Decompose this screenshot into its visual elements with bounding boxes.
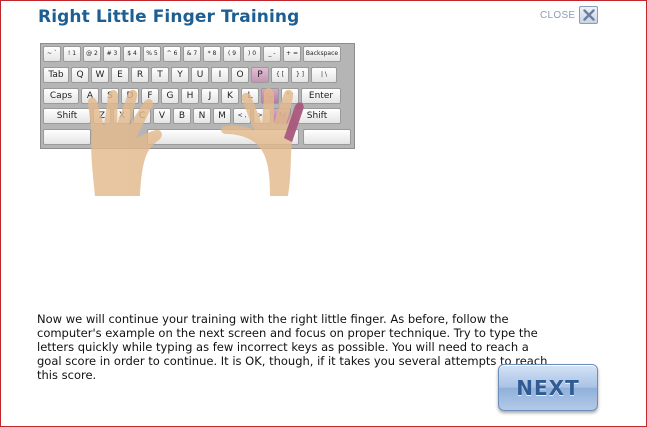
instructions-text: Now we will continue your training with … <box>37 312 548 382</box>
key: Y <box>171 67 189 83</box>
key: R <box>131 67 149 83</box>
key: * 8 <box>203 46 221 62</box>
key: ( 9 <box>223 46 241 62</box>
key: { [ <box>271 67 289 83</box>
key: ! 1 <box>63 46 81 62</box>
key: Q <box>71 67 89 83</box>
key: | \ <box>311 67 337 83</box>
key: ^ 6 <box>163 46 181 62</box>
key: Backspace <box>303 46 341 62</box>
key: + = <box>283 46 301 62</box>
key: P <box>251 67 269 83</box>
page-title: Right Little Finger Training <box>38 7 300 27</box>
close-icon[interactable] <box>579 6 599 24</box>
left-hand <box>87 89 162 196</box>
key: U <box>191 67 209 83</box>
key: _ - <box>263 46 281 62</box>
close-button[interactable]: CLOSE <box>540 6 599 24</box>
key: $ 4 <box>123 46 141 62</box>
key: T <box>151 67 169 83</box>
training-window: Right Little Finger Training CLOSE ~ `! … <box>0 0 647 427</box>
key: % 5 <box>143 46 161 62</box>
key: @ 2 <box>83 46 101 62</box>
key: ) 0 <box>243 46 261 62</box>
key: I <box>211 67 229 83</box>
hands-illustration <box>87 88 304 196</box>
key: } ] <box>291 67 309 83</box>
right-hand <box>221 88 304 196</box>
key: Tab <box>43 67 69 83</box>
key: & 7 <box>183 46 201 62</box>
close-label: CLOSE <box>540 9 576 21</box>
key: W <box>91 67 109 83</box>
key: # 3 <box>103 46 121 62</box>
key: ~ ` <box>43 46 61 62</box>
next-button[interactable]: NEXT <box>498 364 598 411</box>
key: O <box>231 67 249 83</box>
key: E <box>111 67 129 83</box>
